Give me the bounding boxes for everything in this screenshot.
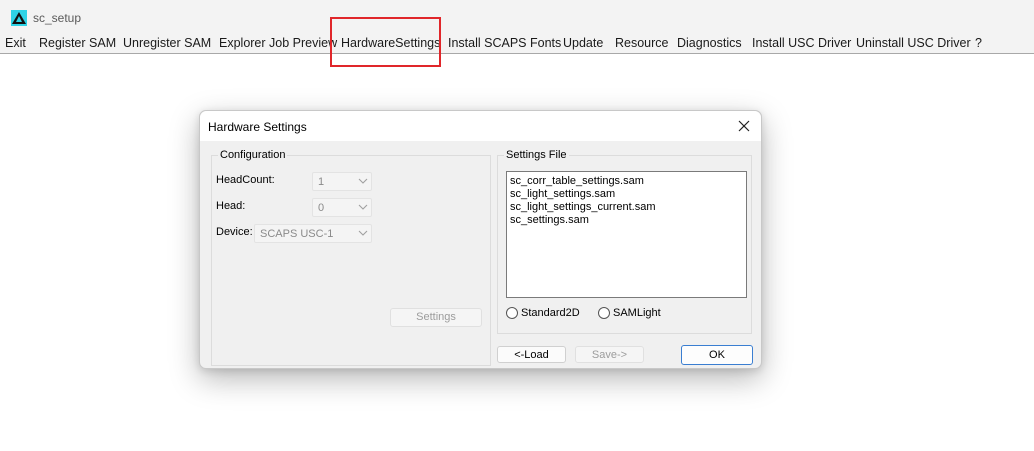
samlight-label: SAMLight: [613, 307, 661, 319]
menu-item-uninstall-usc-driver[interactable]: Uninstall USC Driver: [856, 36, 971, 50]
menu-item-unregister-sam[interactable]: Unregister SAM: [123, 36, 211, 50]
highlight-box: [330, 17, 441, 67]
headcount-combo[interactable]: 1: [312, 172, 372, 191]
menu-bar: Exit Register SAM Unregister SAM Explore…: [0, 34, 1034, 54]
menu-item-install-scaps-fonts[interactable]: Install SCAPS Fonts: [448, 36, 561, 50]
list-item[interactable]: sc_settings.sam: [507, 214, 746, 227]
list-item[interactable]: sc_corr_table_settings.sam: [507, 175, 746, 188]
device-label: Device:: [216, 226, 253, 238]
window-title: sc_setup: [33, 11, 82, 25]
menu-item-resource[interactable]: Resource: [615, 36, 669, 50]
standard2d-label: Standard2D: [521, 307, 580, 319]
app-icon: [11, 10, 27, 26]
settings-button[interactable]: Settings: [390, 308, 482, 327]
close-button[interactable]: [727, 111, 761, 141]
head-value: 0: [318, 202, 325, 214]
dialog-titlebar: Hardware Settings: [200, 111, 761, 141]
settings-file-list[interactable]: sc_corr_table_settings.sam sc_light_sett…: [506, 171, 747, 298]
dialog-title: Hardware Settings: [208, 120, 307, 134]
settings-file-legend: Settings File: [506, 149, 567, 161]
standard2d-radio[interactable]: [506, 307, 518, 319]
load-button[interactable]: <-Load: [497, 346, 566, 363]
menu-item-install-usc-driver[interactable]: Install USC Driver: [752, 36, 851, 50]
head-label: Head:: [216, 200, 246, 212]
menu-item-register-sam[interactable]: Register SAM: [39, 36, 116, 50]
window-titlebar: sc_setup: [0, 0, 1034, 34]
chevron-down-icon: [358, 178, 368, 184]
headcount-value: 1: [318, 176, 325, 188]
hardware-settings-dialog: Hardware Settings Configuration HeadCoun…: [199, 110, 762, 369]
list-item[interactable]: sc_light_settings.sam: [507, 188, 746, 201]
chevron-down-icon: [358, 230, 368, 236]
ok-button[interactable]: OK: [681, 345, 753, 365]
configuration-legend: Configuration: [220, 149, 286, 161]
menu-item-update[interactable]: Update: [563, 36, 603, 50]
menu-item-diagnostics[interactable]: Diagnostics: [677, 36, 742, 50]
chevron-down-icon: [358, 204, 368, 210]
samlight-radio[interactable]: [598, 307, 610, 319]
menu-item-explorer-job-preview[interactable]: Explorer Job Preview: [219, 36, 337, 50]
menu-item-exit[interactable]: Exit: [5, 36, 26, 50]
device-value: SCAPS USC-1: [260, 228, 334, 240]
list-item[interactable]: sc_light_settings_current.sam: [507, 201, 746, 214]
menu-item-help[interactable]: ?: [975, 36, 982, 50]
device-combo[interactable]: SCAPS USC-1: [254, 224, 372, 243]
save-button[interactable]: Save->: [575, 346, 644, 363]
headcount-label: HeadCount:: [216, 174, 275, 186]
head-combo[interactable]: 0: [312, 198, 372, 217]
close-icon: [738, 120, 750, 132]
